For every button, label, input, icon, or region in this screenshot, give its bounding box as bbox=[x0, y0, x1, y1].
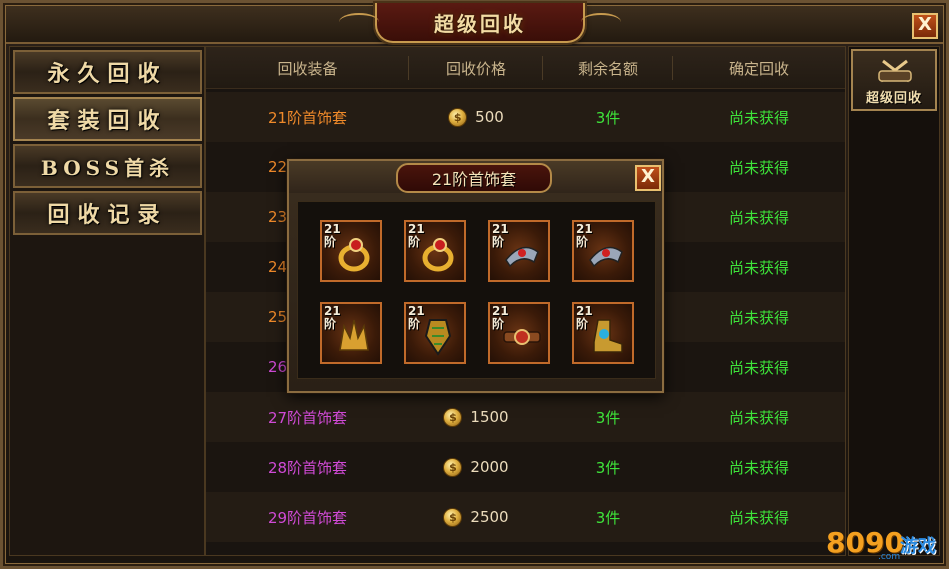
row-remaining: 3件 bbox=[595, 508, 621, 527]
row-confirm-status[interactable]: 尚未获得 bbox=[673, 292, 845, 342]
row-confirm-status[interactable]: 尚未获得 bbox=[673, 92, 845, 142]
row-confirm-status[interactable]: 尚未获得 bbox=[673, 242, 845, 292]
window-title-plate: 超级回收 bbox=[339, 3, 621, 43]
item-slot[interactable]: 21 阶 bbox=[320, 220, 382, 282]
medal-icon bbox=[424, 319, 452, 356]
popup-close-button[interactable]: X bbox=[635, 165, 661, 191]
row-remaining: 3件 bbox=[595, 458, 621, 477]
row-confirm-status[interactable]: 尚未获得 bbox=[673, 192, 845, 242]
row-remaining: 3件 bbox=[595, 108, 621, 127]
row-confirm-status[interactable]: 尚未获得 bbox=[673, 392, 845, 442]
right-tab-column: 超级回收 bbox=[848, 46, 940, 556]
row-price: 2000 bbox=[409, 442, 543, 492]
side-menu-set-recycle[interactable]: 套装回收 bbox=[13, 97, 202, 141]
row-price: 1500 bbox=[409, 392, 543, 442]
row-equipment-name: 29阶首饰套 bbox=[267, 508, 348, 527]
item-slot[interactable]: 21 阶 bbox=[572, 302, 634, 364]
header-price: 回收价格 bbox=[445, 59, 506, 78]
side-menu-recycle-records[interactable]: 回收记录 bbox=[13, 191, 202, 235]
item-slot[interactable]: 21 阶 bbox=[572, 220, 634, 282]
row-price: 500 bbox=[409, 92, 543, 142]
table-row: 21阶首饰套 500 3件 尚未获得 bbox=[206, 92, 845, 142]
ring-red-gem-icon bbox=[338, 238, 370, 272]
crossed-swords-icon bbox=[878, 59, 912, 83]
table-row: 29阶首饰套 2500 3件 尚未获得 bbox=[206, 492, 845, 542]
side-menu-label: 套装回收 bbox=[47, 108, 168, 134]
header-remaining: 剩余名额 bbox=[577, 59, 638, 78]
tab-label: 超级回收 bbox=[865, 91, 922, 106]
row-equipment-name: 28阶首饰套 bbox=[267, 458, 348, 477]
row-confirm-status[interactable]: 尚未获得 bbox=[673, 492, 845, 542]
item-slot[interactable]: 21 阶 bbox=[488, 220, 550, 282]
item-slot[interactable]: 21 阶 bbox=[320, 302, 382, 364]
popup-title-plate: 21阶首饰套 bbox=[396, 163, 552, 193]
gold-coin-icon bbox=[448, 107, 468, 127]
site-watermark-logo: 8090 游戏 .com bbox=[826, 518, 946, 564]
side-menu: 永久回收 套装回收 BOSS首杀 回收记录 bbox=[9, 46, 205, 556]
window-close-button[interactable]: X bbox=[912, 13, 938, 39]
side-menu-label: BOSS首杀 bbox=[40, 155, 175, 180]
popup-title: 21阶首饰套 bbox=[431, 170, 517, 189]
gold-coin-icon bbox=[443, 507, 463, 527]
header-equipment: 回收装备 bbox=[277, 59, 338, 78]
helmet-icon bbox=[339, 319, 369, 351]
set-detail-popup: 21阶首饰套 X 21 阶 21 阶 21 阶 21 阶 21 阶 21 阶 2… bbox=[287, 159, 664, 393]
side-menu-boss-first-kill[interactable]: BOSS首杀 bbox=[13, 144, 202, 188]
gold-coin-icon bbox=[443, 457, 463, 477]
row-equipment-name: 27阶首饰套 bbox=[267, 408, 348, 427]
item-slot[interactable]: 21 阶 bbox=[404, 302, 466, 364]
row-remaining: 3件 bbox=[595, 408, 621, 427]
item-slot[interactable]: 21 阶 bbox=[404, 220, 466, 282]
row-confirm-status[interactable]: 尚未获得 bbox=[673, 342, 845, 392]
belt-icon bbox=[503, 329, 541, 345]
item-slot[interactable]: 21 阶 bbox=[488, 302, 550, 364]
boots-icon bbox=[593, 319, 623, 353]
row-price-value: 2000 bbox=[470, 458, 509, 476]
side-menu-label: 永久回收 bbox=[47, 61, 168, 87]
header-confirm: 确定回收 bbox=[728, 59, 789, 78]
side-menu-permanent-recycle[interactable]: 永久回收 bbox=[13, 50, 202, 94]
tab-super-recycle[interactable]: 超级回收 bbox=[851, 49, 937, 111]
row-equipment-name: 21阶首饰套 bbox=[267, 108, 348, 127]
window-title: 超级回收 bbox=[434, 11, 526, 36]
row-confirm-status[interactable]: 尚未获得 bbox=[673, 142, 845, 192]
gold-coin-icon bbox=[443, 407, 463, 427]
popup-item-grid: 21 阶 21 阶 21 阶 21 阶 21 阶 21 阶 21 阶 21 阶 bbox=[297, 201, 656, 379]
table-row: 28阶首饰套 2000 3件 尚未获得 bbox=[206, 442, 845, 492]
table-row: 27阶首饰套 1500 3件 尚未获得 bbox=[206, 392, 845, 442]
row-price: 2500 bbox=[409, 492, 543, 542]
row-confirm-status[interactable]: 尚未获得 bbox=[673, 442, 845, 492]
row-price-value: 500 bbox=[475, 108, 504, 126]
table-header: 回收装备 回收价格 剩余名额 确定回收 bbox=[206, 47, 845, 89]
bracelet-icon bbox=[589, 246, 623, 268]
side-menu-label: 回收记录 bbox=[47, 202, 168, 228]
bracelet-icon bbox=[505, 246, 539, 268]
ring-red-gem-icon bbox=[422, 238, 454, 272]
watermark-game: 游戏 bbox=[900, 536, 936, 557]
row-price-value: 1500 bbox=[470, 408, 509, 426]
watermark-domain: .com bbox=[878, 552, 901, 562]
row-price-value: 2500 bbox=[470, 508, 509, 526]
